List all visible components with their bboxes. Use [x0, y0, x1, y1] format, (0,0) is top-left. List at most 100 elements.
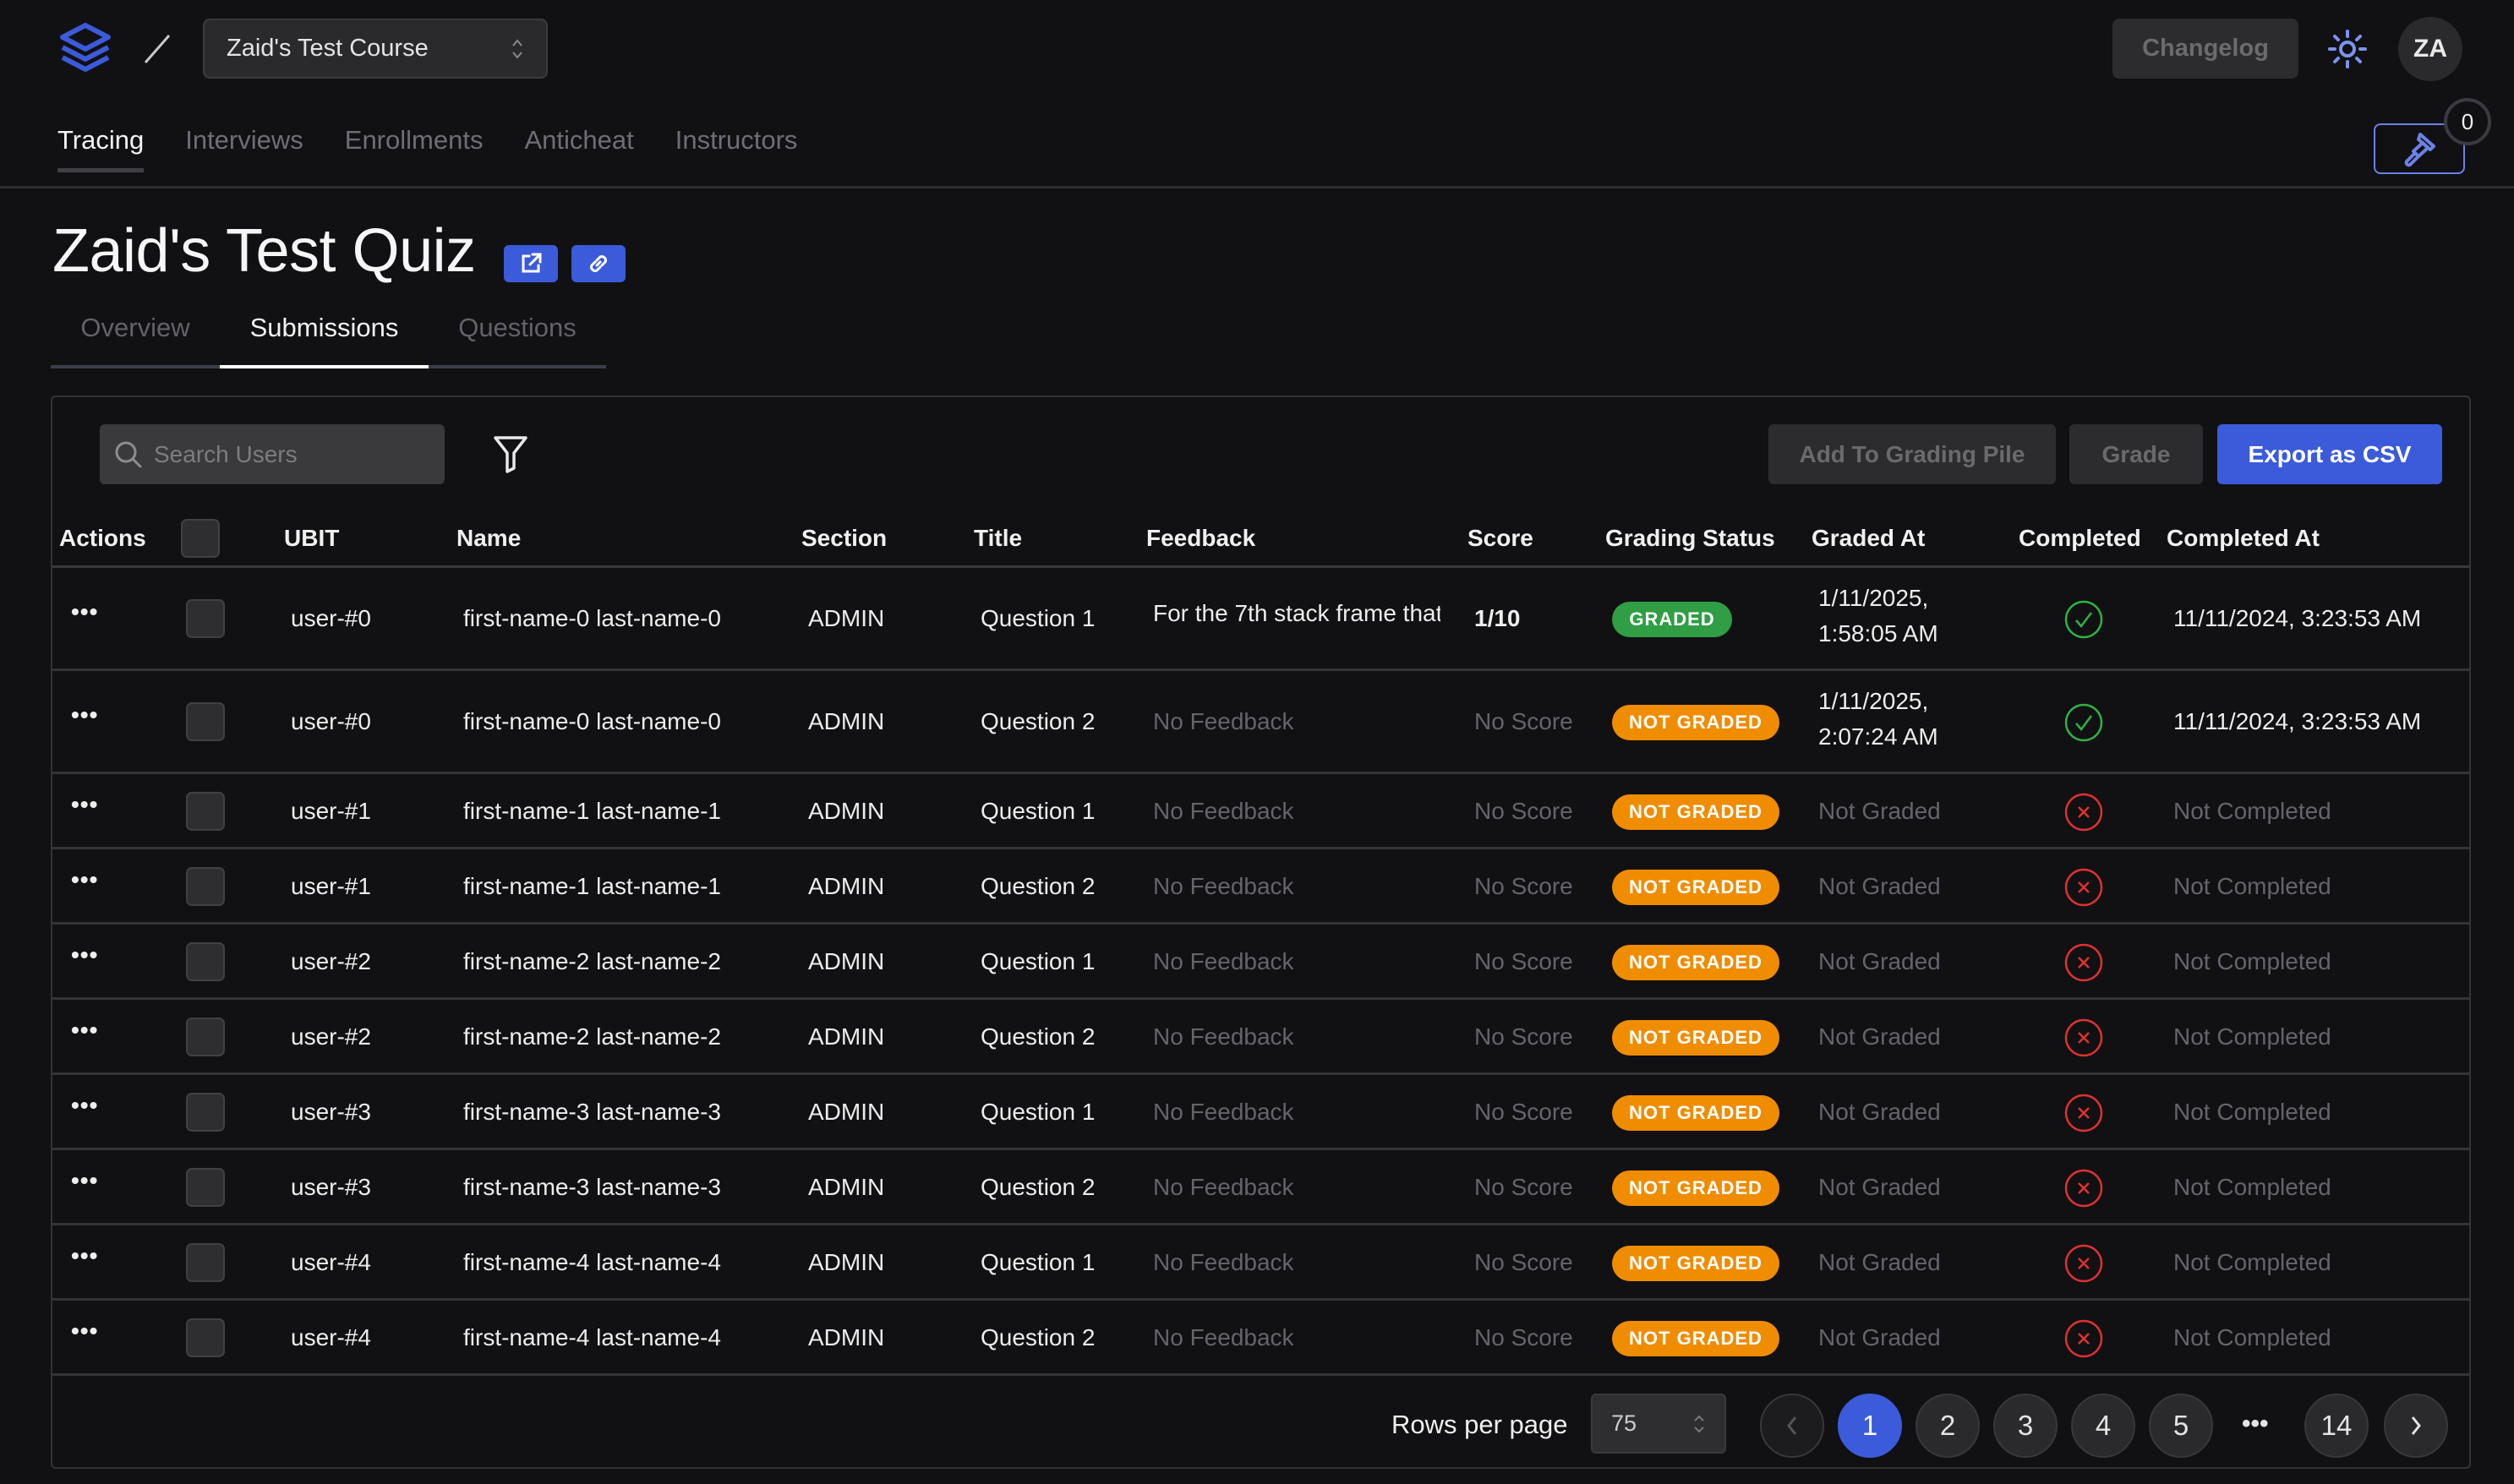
header-title[interactable]: Title [974, 525, 1022, 552]
filter-icon[interactable] [492, 434, 529, 473]
row-actions-menu-icon[interactable]: ••• [71, 791, 98, 818]
row-select-checkbox[interactable] [186, 1318, 225, 1357]
feedback-cell[interactable]: No Feedback [1153, 873, 1440, 900]
search-users-input[interactable] [154, 440, 433, 468]
table-row[interactable]: ••• user-#2 first-name-2 last-name-2 ADM… [52, 1000, 2469, 1075]
graded-at-cell: Not Graded [1818, 1323, 1941, 1350]
changelog-button[interactable]: Changelog [2112, 19, 2298, 79]
header-score[interactable]: Score [1467, 525, 1533, 552]
row-actions-menu-icon[interactable]: ••• [71, 1092, 98, 1119]
row-select-checkbox[interactable] [186, 791, 225, 831]
feedback-cell[interactable]: For the 7th stack frame that [1153, 600, 1440, 627]
table-row[interactable]: ••• user-#3 first-name-3 last-name-3 ADM… [52, 1150, 2469, 1225]
user-avatar[interactable]: ZA [2398, 17, 2462, 81]
theme-toggle-sun-icon[interactable] [2327, 29, 2368, 69]
nav-tab-instructors[interactable]: Instructors [675, 125, 798, 172]
header-feedback[interactable]: Feedback [1146, 525, 1255, 552]
header-name[interactable]: Name [456, 525, 521, 552]
row-actions-menu-icon[interactable]: ••• [71, 1167, 98, 1194]
row-actions-menu-icon[interactable]: ••• [71, 1318, 98, 1345]
table-row[interactable]: ••• user-#4 first-name-4 last-name-4 ADM… [52, 1301, 2469, 1376]
page-button-3[interactable]: 3 [1993, 1394, 2058, 1458]
graded-at-cell: Not Graded [1818, 797, 1941, 824]
feedback-cell[interactable]: No Feedback [1153, 1249, 1440, 1276]
completed-at-cell: 11/11/2024, 3:23:53 AM [2173, 708, 2422, 734]
completed-at-cell: Not Completed [2173, 1098, 2331, 1125]
row-actions-menu-icon[interactable]: ••• [71, 1242, 98, 1269]
row-select-checkbox[interactable] [186, 1242, 225, 1282]
table-row[interactable]: ••• user-#3 first-name-3 last-name-3 ADM… [52, 1075, 2469, 1150]
course-selector[interactable]: Zaid's Test Course [203, 19, 548, 79]
title-cell: Question 1 [981, 797, 1096, 824]
row-actions-menu-icon[interactable]: ••• [71, 941, 98, 968]
page-button-1[interactable]: 1 [1838, 1394, 1902, 1458]
score-cell: No Score [1474, 1173, 1573, 1200]
completed-at-cell: Not Completed [2173, 1323, 2331, 1350]
name-cell: first-name-0 last-name-0 [463, 605, 721, 631]
header-actions: Actions [59, 525, 146, 551]
header-ubit[interactable]: UBIT [284, 525, 339, 552]
subtab-questions[interactable]: Questions [429, 313, 606, 365]
feedback-cell[interactable]: No Feedback [1153, 1023, 1440, 1050]
previous-page-button[interactable] [1760, 1394, 1824, 1458]
row-select-checkbox[interactable] [186, 1167, 225, 1207]
add-to-grading-pile-button[interactable]: Add To Grading Pile [1768, 424, 2056, 484]
feedback-cell[interactable]: No Feedback [1153, 948, 1440, 975]
nav-tab-enrollments[interactable]: Enrollments [345, 125, 484, 172]
page-button-last[interactable]: 14 [2304, 1394, 2369, 1458]
header-graded-at[interactable]: Graded At [1812, 525, 1925, 552]
feedback-cell[interactable]: No Feedback [1153, 1174, 1440, 1201]
nav-tab-tracing[interactable]: Tracing [57, 125, 145, 172]
subtab-submissions[interactable]: Submissions [220, 313, 429, 368]
rows-per-page-select[interactable]: 75 [1591, 1394, 1726, 1454]
row-actions-menu-icon[interactable]: ••• [71, 866, 98, 893]
ubit-cell: user-#2 [291, 1023, 371, 1050]
row-actions-menu-icon[interactable]: ••• [71, 598, 98, 625]
row-select-checkbox[interactable] [186, 941, 225, 981]
score-cell: No Score [1474, 1248, 1573, 1275]
subtab-overview[interactable]: Overview [51, 313, 220, 365]
page-button-4[interactable]: 4 [2071, 1394, 2135, 1458]
row-actions-menu-icon[interactable]: ••• [71, 1017, 98, 1044]
row-select-checkbox[interactable] [186, 1092, 225, 1132]
row-select-checkbox[interactable] [186, 1017, 225, 1056]
title-cell: Question 1 [981, 947, 1096, 974]
not-completed-x-icon [2064, 868, 2103, 906]
table-row[interactable]: ••• user-#4 first-name-4 last-name-4 ADM… [52, 1225, 2469, 1301]
table-row[interactable]: ••• user-#2 first-name-2 last-name-2 ADM… [52, 925, 2469, 1000]
grading-pile-count-badge: 0 [2444, 98, 2491, 145]
header-section[interactable]: Section [801, 525, 887, 552]
open-external-button[interactable] [504, 245, 558, 282]
export-csv-button[interactable]: Export as CSV [2217, 424, 2442, 484]
feedback-cell[interactable]: No Feedback [1153, 1099, 1440, 1126]
app-logo-stack-icon[interactable] [57, 22, 113, 79]
next-page-button[interactable] [2384, 1394, 2448, 1458]
select-all-checkbox[interactable] [181, 519, 220, 558]
header-completed-at[interactable]: Completed At [2167, 525, 2320, 552]
nav-tab-anticheat[interactable]: Anticheat [524, 125, 633, 172]
grading-status-badge: NOT GRADED [1612, 1320, 1779, 1356]
row-select-checkbox[interactable] [186, 866, 225, 906]
copy-link-button[interactable] [571, 245, 626, 282]
page-button-5[interactable]: 5 [2149, 1394, 2213, 1458]
feedback-cell[interactable]: No Feedback [1153, 708, 1440, 735]
nav-tab-interviews[interactable]: Interviews [185, 125, 303, 172]
grading-status-badge: NOT GRADED [1612, 1019, 1779, 1056]
table-row[interactable]: ••• user-#1 first-name-1 last-name-1 ADM… [52, 849, 2469, 925]
header-grading-status[interactable]: Grading Status [1605, 525, 1775, 552]
table-row[interactable]: ••• user-#1 first-name-1 last-name-1 ADM… [52, 774, 2469, 849]
table-row[interactable]: ••• user-#0 first-name-0 last-name-0 ADM… [52, 568, 2469, 671]
header-completed[interactable]: Completed [2019, 525, 2141, 552]
grade-button[interactable]: Grade [2069, 424, 2203, 484]
row-select-checkbox[interactable] [186, 702, 225, 741]
ubit-cell: user-#3 [291, 1098, 371, 1125]
feedback-cell[interactable]: No Feedback [1153, 1324, 1440, 1351]
page-button-2[interactable]: 2 [1916, 1394, 1980, 1458]
feedback-cell[interactable]: No Feedback [1153, 798, 1440, 825]
row-select-checkbox[interactable] [186, 599, 225, 638]
row-actions-menu-icon[interactable]: ••• [71, 701, 98, 728]
search-users-field[interactable] [100, 424, 445, 484]
table-row[interactable]: ••• user-#0 first-name-0 last-name-0 ADM… [52, 671, 2469, 774]
not-completed-x-icon [2064, 943, 2103, 981]
course-selector-label: Zaid's Test Course [227, 35, 429, 62]
